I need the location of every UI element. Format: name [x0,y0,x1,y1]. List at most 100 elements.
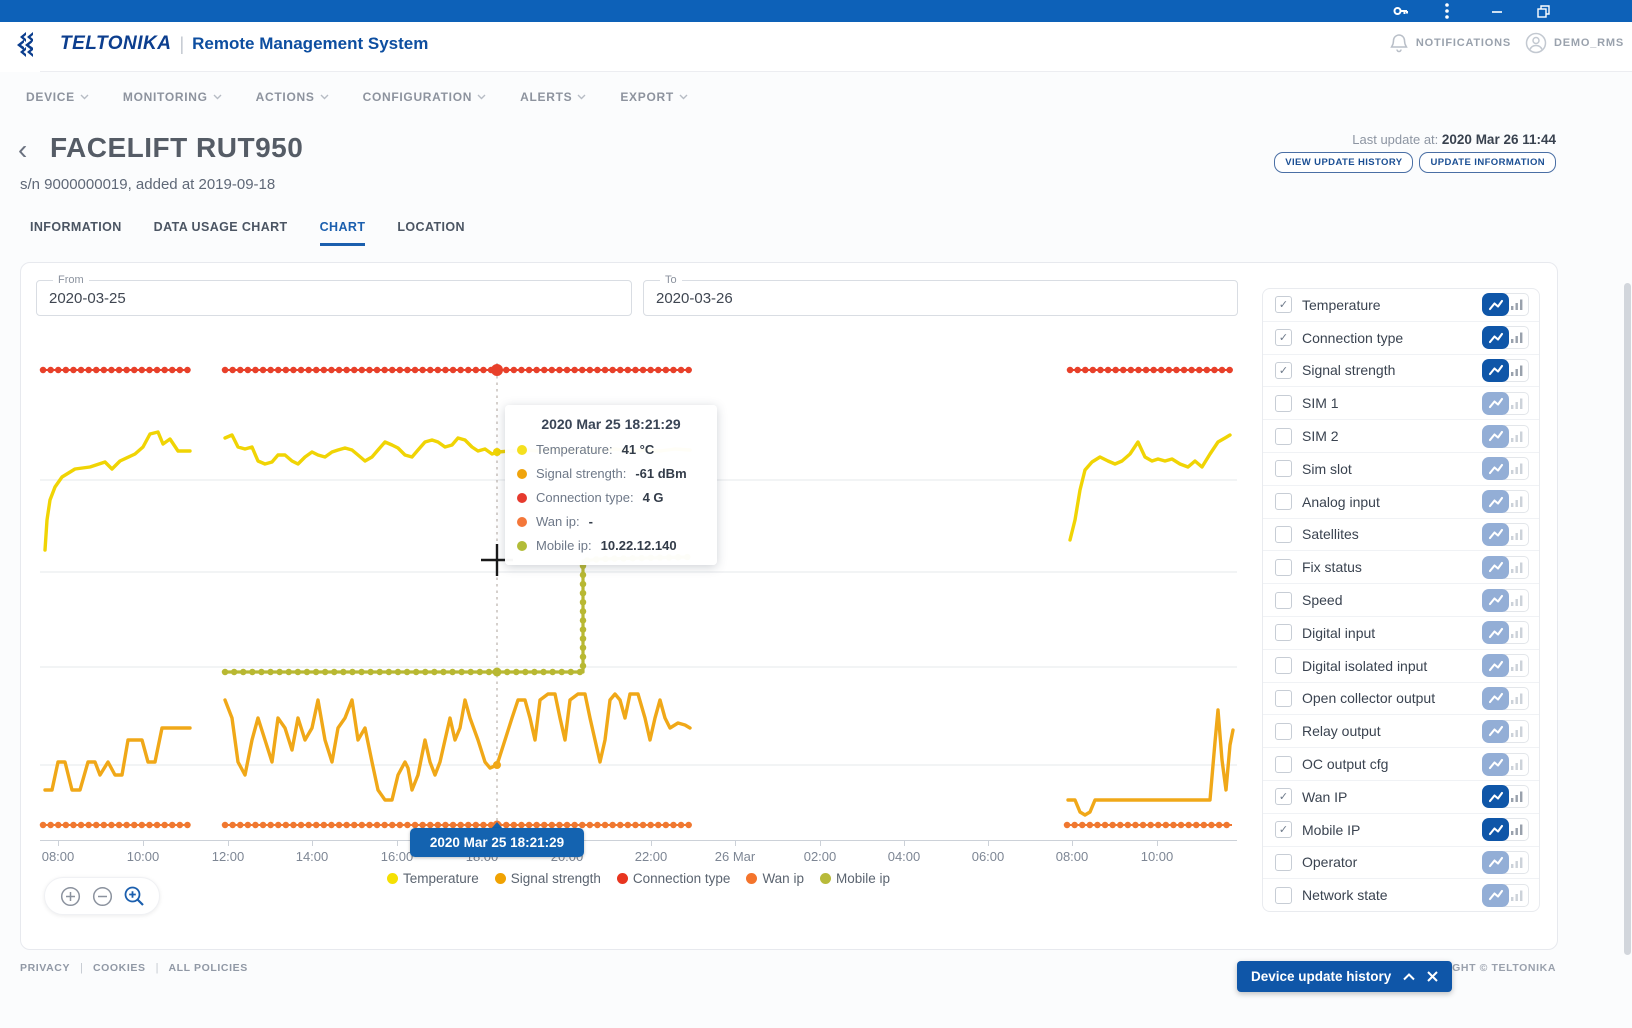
series-color-dot [517,517,527,527]
checkbox-unchecked[interactable] [1275,887,1292,904]
checkbox-checked[interactable]: ✓ [1275,362,1292,379]
checkbox-unchecked[interactable] [1275,657,1292,674]
to-date-value: 2020-03-26 [656,290,733,307]
line-chart-toggle-icon[interactable] [1482,851,1509,874]
series-color-dot [517,541,527,551]
view-update-history-button[interactable]: VIEW UPDATE HISTORY [1274,152,1413,173]
footer-link-all-policies[interactable]: ALL POLICIES [168,962,247,974]
line-chart-toggle-icon[interactable] [1482,654,1509,677]
chevron-down-icon [477,94,486,100]
nav-item-device[interactable]: DEVICE [26,90,89,104]
checkbox-checked[interactable]: ✓ [1275,329,1292,346]
series-mobile-ip [225,557,690,672]
chart-type-toggle [1482,753,1529,776]
line-chart-toggle-icon[interactable] [1482,359,1509,382]
device-update-history-toast[interactable]: Device update history [1237,961,1452,992]
checkbox-checked[interactable]: ✓ [1275,296,1292,313]
scrollbar-thumb[interactable] [1624,283,1631,955]
legend-item-signal-strength[interactable]: Signal strength [495,871,601,886]
line-chart-toggle-icon[interactable] [1482,523,1509,546]
close-icon[interactable] [1427,971,1438,982]
legend-color-dot [495,873,506,884]
legend-item-wan-ip[interactable]: Wan ip [746,871,804,886]
nav-item-configuration[interactable]: CONFIGURATION [363,90,487,104]
nav-item-export[interactable]: EXPORT [620,90,688,104]
nav-item-label: ACTIONS [256,90,315,104]
nav-item-monitoring[interactable]: MONITORING [123,90,222,104]
checkbox-unchecked[interactable] [1275,592,1292,609]
checkbox-unchecked[interactable] [1275,756,1292,773]
line-chart-toggle-icon[interactable] [1482,490,1509,513]
kebab-menu-icon[interactable] [1438,3,1456,19]
x-axis-line [40,840,1237,841]
brand[interactable]: TELTONIKA | Remote Management System [14,30,428,58]
line-chart-toggle-icon[interactable] [1482,326,1509,349]
checkbox-unchecked[interactable] [1275,428,1292,445]
to-date-input[interactable]: To 2020-03-26 [643,280,1238,316]
legend-item-connection-type[interactable]: Connection type [617,871,731,886]
line-chart-toggle-icon[interactable] [1482,556,1509,579]
line-chart-toggle-icon[interactable] [1482,425,1509,448]
checkbox-unchecked[interactable] [1275,690,1292,707]
checkbox-unchecked[interactable] [1275,854,1292,871]
checkbox-checked[interactable]: ✓ [1275,788,1292,805]
series-panel: ✓Temperature✓Connection type✓Signal stre… [1262,288,1540,912]
from-date-input[interactable]: From 2020-03-25 [36,280,632,316]
tab-data-usage-chart[interactable]: DATA USAGE CHART [154,220,288,246]
legend-item-mobile-ip[interactable]: Mobile ip [820,871,890,886]
line-chart-toggle-icon[interactable] [1482,818,1509,841]
line-chart-toggle-icon[interactable] [1482,392,1509,415]
checkbox-unchecked[interactable] [1275,559,1292,576]
tab-information[interactable]: INFORMATION [30,220,122,246]
line-chart-toggle-icon[interactable] [1482,589,1509,612]
chart-type-toggle [1482,425,1529,448]
footer-link-privacy[interactable]: PRIVACY [20,962,70,974]
series-row-connection-type: ✓Connection type [1263,322,1539,355]
series-label: Speed [1302,592,1482,608]
tooltip-label: Mobile ip: [536,538,592,553]
tab-chart[interactable]: CHART [320,220,366,246]
chart-tooltip: 2020 Mar 25 18:21:29 Temperature:41 °CSi… [505,405,717,565]
x-axis-tick [1072,841,1073,846]
checkbox-unchecked[interactable] [1275,624,1292,641]
notifications-button[interactable]: NOTIFICATIONS [1389,33,1511,53]
x-axis-label: 22:00 [616,849,686,864]
line-chart-toggle-icon[interactable] [1482,785,1509,808]
zoom-in-circle-icon[interactable] [59,885,81,907]
checkbox-unchecked[interactable] [1275,723,1292,740]
restore-icon[interactable] [1534,3,1552,19]
key-icon[interactable] [1392,3,1410,19]
series-row-sim-slot: Sim slot [1263,453,1539,486]
tab-location[interactable]: LOCATION [397,220,465,246]
checkbox-unchecked[interactable] [1275,395,1292,412]
nav-item-actions[interactable]: ACTIONS [256,90,329,104]
chevron-up-icon[interactable] [1403,973,1415,981]
line-chart-toggle-icon[interactable] [1482,687,1509,710]
update-information-button[interactable]: UPDATE INFORMATION [1419,152,1556,173]
checkbox-checked[interactable]: ✓ [1275,821,1292,838]
line-chart-toggle-icon[interactable] [1482,753,1509,776]
chevron-down-icon [679,94,688,100]
footer-link-cookies[interactable]: COOKIES [93,962,146,974]
minimize-icon[interactable] [1488,3,1506,19]
checkbox-unchecked[interactable] [1275,526,1292,543]
back-button[interactable]: ‹ [18,136,27,164]
line-chart-toggle-icon[interactable] [1482,720,1509,743]
legend-item-temperature[interactable]: Temperature [387,871,479,886]
series-mobile-ip-beads [225,557,690,672]
line-chart-toggle-icon[interactable] [1482,457,1509,480]
nav-item-alerts[interactable]: ALERTS [520,90,586,104]
series-signal-strength [225,694,690,800]
zoom-out-circle-icon[interactable] [91,885,113,907]
series-row-network-state: Network state [1263,879,1539,912]
checkbox-unchecked[interactable] [1275,460,1292,477]
checkbox-unchecked[interactable] [1275,493,1292,510]
line-chart-toggle-icon[interactable] [1482,621,1509,644]
series-label: Wan IP [1302,789,1482,805]
zoom-area-icon[interactable] [123,885,145,907]
user-menu[interactable]: DEMO_RMS [1525,32,1624,54]
series-row-sim-2: SIM 2 [1263,420,1539,453]
line-chart-toggle-icon[interactable] [1482,884,1509,907]
device-subtitle: s/n 9000000019, added at 2019-09-18 [20,176,275,193]
line-chart-toggle-icon[interactable] [1482,293,1509,316]
